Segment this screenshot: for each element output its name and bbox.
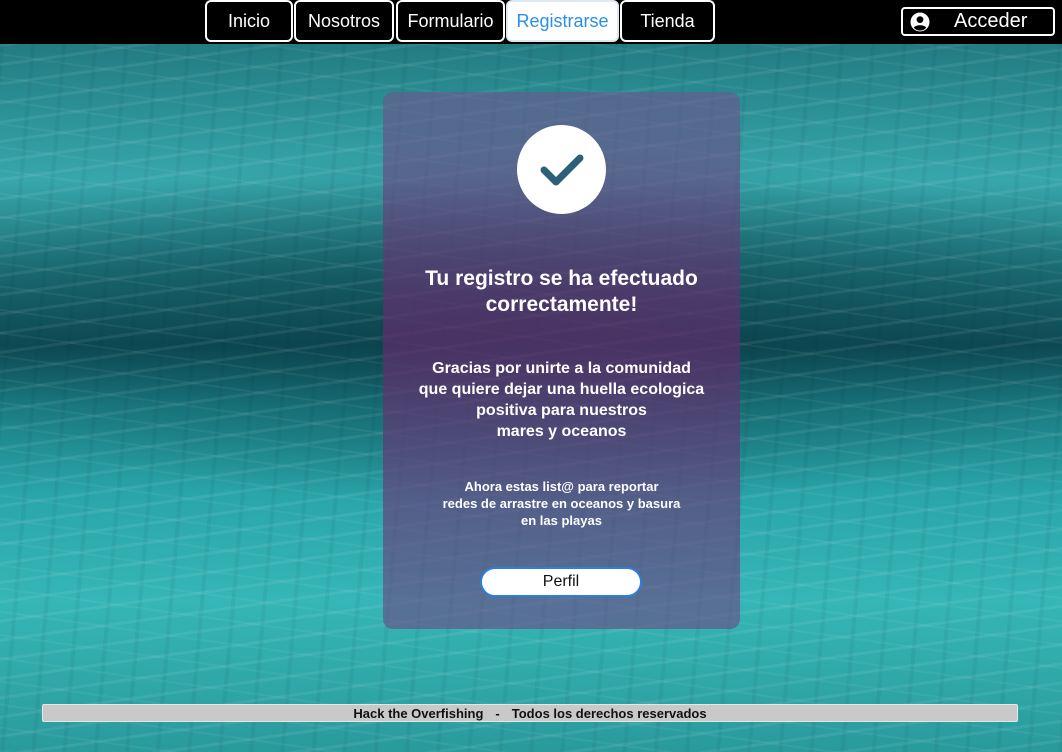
success-badge	[517, 125, 606, 214]
note-line: en las playas	[521, 513, 602, 528]
top-navigation-bar: Inicio Nosotros Formulario Registrarse T…	[0, 0, 1062, 44]
footer-brand: Hack the Overfishing	[353, 705, 484, 721]
login-button[interactable]: Acceder	[901, 7, 1055, 36]
profile-button[interactable]: Perfil	[480, 567, 642, 597]
checkmark-icon	[540, 154, 583, 185]
success-title-line: Tu registro se ha efectuado	[425, 267, 698, 290]
user-circle-icon	[910, 12, 930, 32]
nav-formulario[interactable]: Formulario	[396, 0, 505, 42]
success-title: Tu registro se ha efectuado correctament…	[383, 266, 740, 318]
registration-success-card: Tu registro se ha efectuado correctament…	[383, 92, 740, 629]
note-line: Ahora estas list@ para reportar	[464, 479, 659, 494]
next-steps-note: Ahora estas list@ para reportar redes de…	[383, 478, 740, 529]
nav-tienda[interactable]: Tienda	[620, 0, 715, 42]
nav-registrarse[interactable]: Registrarse	[506, 0, 619, 42]
footer-separator: -	[495, 705, 500, 721]
message-line: que quiere dejar una huella ecologica	[418, 381, 705, 398]
success-title-line: correctamente!	[485, 293, 638, 316]
login-label: Acceder	[954, 10, 1028, 32]
footer-rights: Todos los derechos reservados	[511, 705, 707, 721]
note-line: redes de arrastre en oceanos y basura	[442, 496, 681, 511]
message-line: Gracias por unirte a la comunidad	[432, 360, 691, 377]
nav-inicio[interactable]: Inicio	[205, 0, 293, 42]
thank-you-message: Gracias por unirte a la comunidad que qu…	[383, 358, 740, 442]
nav-nosotros[interactable]: Nosotros	[294, 0, 394, 42]
message-line: positiva para nuestros	[476, 402, 647, 419]
message-line: mares y oceanos	[496, 423, 627, 440]
footer-bar: Hack the Overfishing - Todos los derecho…	[42, 704, 1018, 722]
